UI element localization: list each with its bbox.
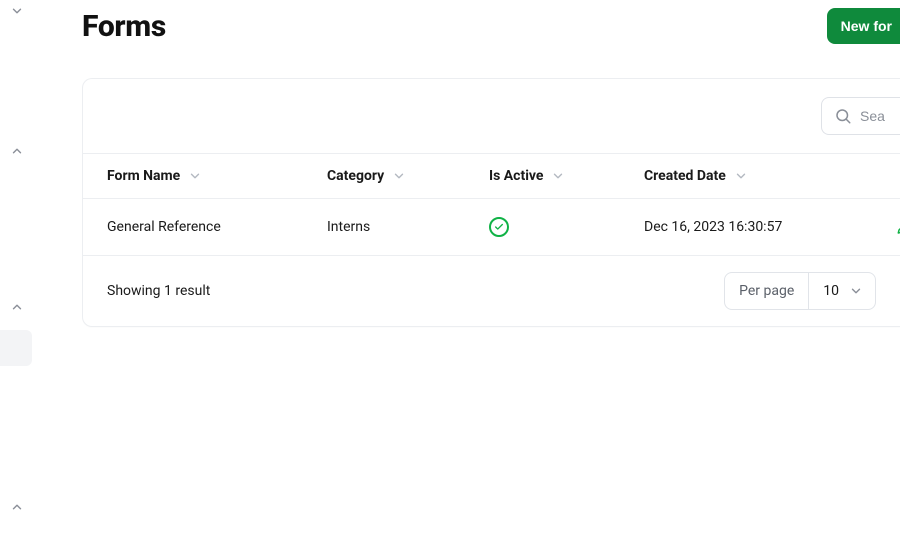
chevron-down-icon[interactable] bbox=[10, 4, 24, 18]
main-content: Forms New for Form Name Category bbox=[82, 8, 900, 327]
per-page-select[interactable]: 10 bbox=[809, 273, 875, 309]
result-count: Showing 1 result bbox=[107, 283, 210, 299]
edit-icon[interactable] bbox=[896, 218, 900, 236]
chevron-up-icon[interactable] bbox=[10, 144, 24, 158]
sidebar-rail bbox=[0, 0, 32, 560]
chevron-down-icon bbox=[392, 169, 406, 183]
cell-actions bbox=[896, 218, 900, 236]
table-row: General Reference Interns Dec 16, 2023 1… bbox=[83, 199, 900, 256]
column-header-created[interactable]: Created Date bbox=[644, 168, 896, 184]
search-box[interactable] bbox=[821, 97, 900, 135]
column-header-label: Created Date bbox=[644, 168, 726, 184]
per-page-control: Per page 10 bbox=[724, 272, 876, 310]
column-header-name[interactable]: Form Name bbox=[107, 168, 327, 184]
search-icon bbox=[834, 107, 852, 125]
forms-card: Form Name Category Is Active Created Dat… bbox=[82, 78, 900, 327]
column-header-label: Is Active bbox=[489, 168, 543, 184]
per-page-label: Per page bbox=[725, 273, 809, 309]
cell-created: Dec 16, 2023 16:30:57 bbox=[644, 219, 896, 235]
table-footer: Showing 1 result Per page 10 bbox=[83, 256, 900, 326]
cell-category: Interns bbox=[327, 219, 489, 235]
page-header: Forms New for bbox=[82, 8, 900, 44]
chevron-up-icon[interactable] bbox=[10, 300, 24, 314]
column-header-active[interactable]: Is Active bbox=[489, 168, 644, 184]
search-input[interactable] bbox=[860, 108, 890, 124]
check-circle-icon bbox=[489, 217, 509, 237]
table-header: Form Name Category Is Active Created Dat… bbox=[83, 153, 900, 199]
new-form-button[interactable]: New for bbox=[827, 8, 900, 44]
search-row bbox=[83, 79, 900, 153]
column-header-category[interactable]: Category bbox=[327, 168, 489, 184]
chevron-down-icon bbox=[734, 169, 748, 183]
per-page-value: 10 bbox=[823, 283, 839, 299]
chevron-down-icon bbox=[188, 169, 202, 183]
column-header-label: Category bbox=[327, 168, 384, 184]
page-title: Forms bbox=[82, 9, 166, 44]
cell-name: General Reference bbox=[107, 219, 327, 235]
chevron-down-icon bbox=[551, 169, 565, 183]
cell-active bbox=[489, 217, 644, 237]
sidebar-active-marker bbox=[0, 330, 32, 366]
column-header-label: Form Name bbox=[107, 168, 180, 184]
chevron-down-icon bbox=[849, 284, 863, 298]
chevron-up-icon[interactable] bbox=[10, 500, 24, 514]
